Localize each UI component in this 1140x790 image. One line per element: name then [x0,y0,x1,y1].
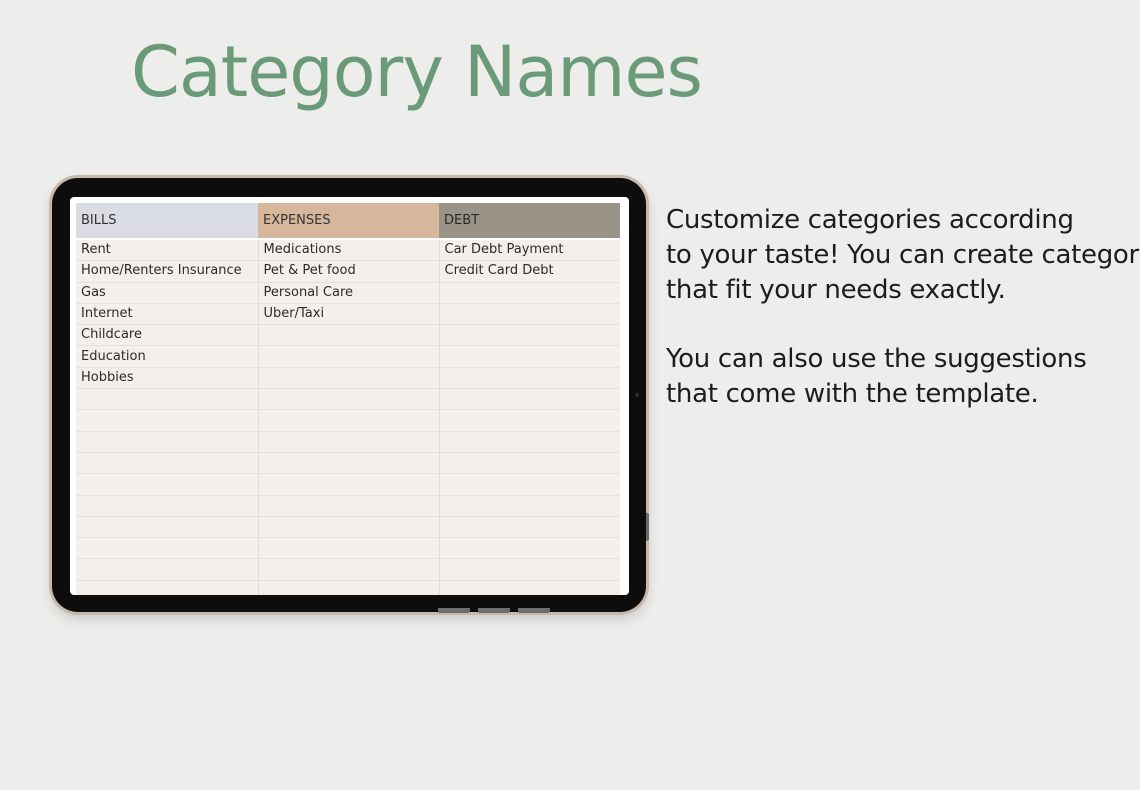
description-line: You can also use the suggestions [666,344,1087,374]
table-cell[interactable] [439,580,620,595]
table-cell[interactable] [439,345,620,368]
table-row: Internet Uber/Taxi [76,303,620,326]
table-cell[interactable] [258,431,440,453]
table-cell[interactable] [76,558,259,581]
header-row: BILLS EXPENSES DEBT [76,203,620,239]
table-row [76,431,620,453]
table-cell[interactable]: Gas [76,282,259,304]
tablet-camera-dot [635,393,639,397]
table-cell[interactable] [76,431,259,453]
description-line: to your taste! You can create categories [666,240,1140,270]
table-cell[interactable] [76,388,259,411]
table-row: Home/Renters Insurance Pet & Pet food Cred… [76,260,620,283]
column-header-bills[interactable]: BILLS [76,203,258,239]
table-cell[interactable]: Personal Care [258,282,440,304]
description-text: Customize categories according to your t… [666,203,1140,446]
description-paragraph-2: You can also use the suggestions that co… [666,342,1136,412]
table-row [76,580,620,595]
table-row: Rent Medications Car Debt Payment [76,238,620,262]
table-cell[interactable]: Pet & Pet food [258,260,440,283]
table-cell[interactable]: Medications [258,238,440,262]
table-row: Hobbies [76,367,620,390]
table-row [76,388,620,411]
table-cell[interactable] [258,452,440,475]
table-cell[interactable] [258,324,440,347]
table-cell[interactable] [258,495,440,517]
tablet-connector [438,608,470,613]
table-cell[interactable] [76,537,259,560]
table-cell[interactable] [76,516,259,539]
table-cell[interactable] [258,409,440,432]
description-line: that come with the template. [666,379,1039,409]
table-cell[interactable] [76,452,259,475]
table-cell[interactable] [439,558,620,581]
table-cell[interactable] [258,537,440,560]
table-cell[interactable] [258,580,440,595]
table-row [76,537,620,560]
table-cell[interactable] [439,537,620,560]
description-line: that fit your needs exactly. [666,275,1006,305]
tablet-connector [478,608,510,613]
table-cell[interactable]: Education [76,345,259,368]
table-row [76,495,620,517]
table-cell[interactable] [439,473,620,496]
table-row [76,473,620,496]
sheet-body: Rent Medications Car Debt Payment Home/Rent… [76,238,620,595]
table-cell[interactable]: Credit Card Debt [439,260,620,283]
table-cell[interactable] [76,409,259,432]
table-cell[interactable]: Home/Renters Insurance [76,260,259,283]
table-cell[interactable] [76,495,259,517]
table-cell[interactable] [439,452,620,475]
table-cell[interactable] [258,473,440,496]
tablet-screen: BILLS EXPENSES DEBT Rent Medications Car D… [70,197,629,595]
table-row [76,409,620,432]
table-cell[interactable] [258,516,440,539]
page-title: Category Names [131,31,703,113]
table-cell[interactable] [439,324,620,347]
table-cell[interactable]: Uber/Taxi [258,303,440,326]
table-row: Childcare [76,324,620,347]
column-header-debt[interactable]: DEBT [439,203,620,239]
table-cell[interactable] [76,580,259,595]
table-cell[interactable] [258,367,440,390]
table-cell[interactable]: Car Debt Payment [439,238,620,262]
table-cell[interactable] [439,367,620,390]
table-cell[interactable] [439,431,620,453]
description-line: Customize categories according [666,205,1074,235]
table-cell[interactable]: Hobbies [76,367,259,390]
table-row: Gas Personal Care [76,282,620,304]
table-cell[interactable] [439,516,620,539]
table-cell[interactable]: Internet [76,303,259,326]
table-cell[interactable]: Childcare [76,324,259,347]
table-cell[interactable] [76,473,259,496]
table-cell[interactable] [439,388,620,411]
table-row [76,558,620,581]
column-header-expenses[interactable]: EXPENSES [258,203,439,239]
category-sheet: BILLS EXPENSES DEBT Rent Medications Car D… [76,203,620,595]
table-cell[interactable] [258,388,440,411]
description-paragraph-1: Customize categories according to your t… [666,203,1140,308]
table-cell[interactable] [439,282,620,304]
table-cell[interactable] [258,558,440,581]
table-row [76,516,620,539]
table-cell[interactable] [439,495,620,517]
table-cell[interactable]: Rent [76,238,259,262]
table-row [76,452,620,475]
tablet-side-button [646,513,649,541]
table-cell[interactable] [439,303,620,326]
tablet-connector [518,608,550,613]
table-cell[interactable] [439,409,620,432]
table-row: Education [76,345,620,368]
table-cell[interactable] [258,345,440,368]
